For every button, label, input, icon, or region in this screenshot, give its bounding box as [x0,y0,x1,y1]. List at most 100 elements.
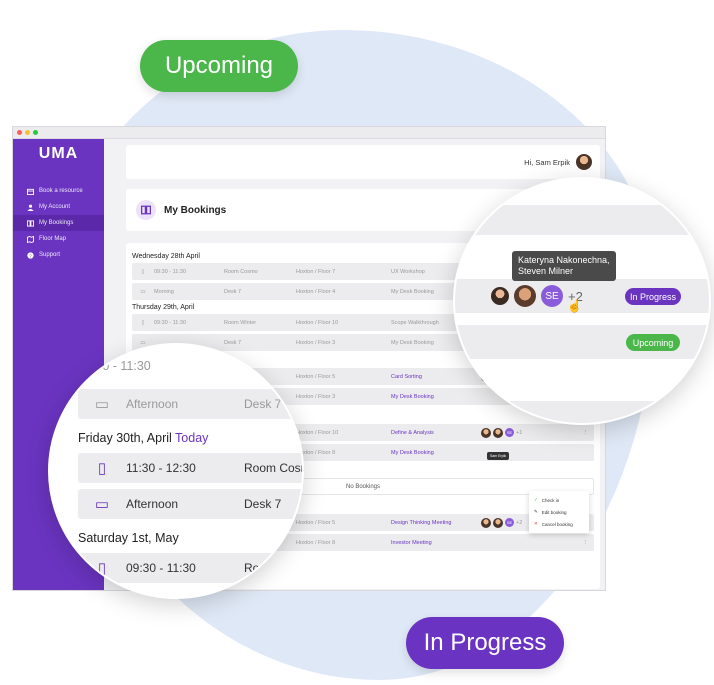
attendee-avatar [481,427,491,438]
sidebar-item-label: My Bookings [39,220,74,226]
menu-item-label: Edit booking [541,509,567,515]
booking-room: Desk 7 [244,497,282,511]
booking-room: Room Winter [224,319,257,326]
booking-floor: Hoxton / Floor 8 [296,539,336,546]
marketing-stage: Upcoming UMA Book a resource My Account [0,0,714,685]
booking-row[interactable]: ▯ 11:30 - 12:30 Room Cosm [78,453,302,483]
sidebar-item-label: My Account [39,204,71,210]
sidebar-item-my-bookings[interactable]: My Bookings [13,215,104,231]
booking-floor: Hoxton / Floor 10 [296,429,339,436]
booking-room: Desk 7 [224,288,242,295]
booking-row[interactable]: ▯ 09:30 - 11:30 Ro [78,553,302,583]
booking-title: Define & Analysis [391,429,434,436]
today-label: Today [175,431,209,445]
attendee-initials: SE [505,518,514,527]
menu-item-cancel-booking[interactable]: ✕ Cancel booking [534,518,584,530]
booking-room: Room Cosmo [224,268,258,275]
attendees[interactable]: SE +2 [481,517,523,528]
booking-title: Design Thinking Meeting [391,519,452,526]
booking-floor: Hoxton / Floor 5 [296,519,336,526]
sidebar-nav: Book a resource My Account My Bookings F… [13,183,104,263]
maximize-dot[interactable] [33,130,38,135]
sidebar-item-floor-map[interactable]: Floor Map [13,231,104,247]
day-header: Saturday 1st, May [78,531,179,545]
hand-cursor-icon: ☝ [567,299,582,313]
attendee-avatar [514,285,536,307]
attendee-extra-count: +2 [516,519,523,526]
booking-title: Investor Meeting [391,539,432,546]
booking-room: Desk 7 [244,397,282,411]
booking-room: Room Cosm [244,461,302,475]
attendee-initials: SE [505,428,514,437]
booking-floor: Hoxton / Floor 10 [296,319,339,326]
sidebar-item-label: Support [39,252,61,258]
door-icon: ▯ [97,460,107,477]
row-background [455,205,709,235]
day-header: Friday 30th, April Today [78,431,209,445]
menu-item-edit-booking[interactable]: ✎ Edit booking [534,506,584,518]
desk-icon: ▭ [94,496,110,513]
booking-time: Afternoon [126,397,179,411]
close-icon: ✕ [534,521,538,526]
booking-time: Afternoon [126,497,179,511]
attendee-avatar [493,427,503,438]
zoom-lens-bookings: 09:30 - 11:30 ▭ Afternoon Desk 7 Friday … [48,343,304,599]
booking-floor: Hoxton / Floor 7 [296,268,336,275]
booking-time: 11:30 - 12:30 [126,461,196,475]
booking-floor: Hoxton / Floor 5 [296,373,336,380]
door-icon: ▯ [141,268,145,275]
sidebar-item-book-resource[interactable]: Book a resource [13,183,104,199]
attendee-avatar [491,287,509,305]
top-bar: Hi, Sam Erpik [126,145,600,179]
map-icon [26,235,34,243]
booking-time: 09:30 - 11:30 [126,561,196,575]
booking-floor: Hoxton / Floor 4 [296,288,336,295]
menu-item-check-in[interactable]: ✓ Check in [534,494,584,506]
sidebar-item-support[interactable]: ? Support [13,247,104,263]
minimize-dot[interactable] [25,130,30,135]
book-icon [136,200,156,220]
more-options-icon[interactable]: ⋮ [583,430,589,436]
desk-icon: ▭ [140,288,146,295]
attendee-initials: SE [541,285,563,307]
calendar-icon [26,187,34,195]
user-avatar[interactable] [576,154,592,170]
window-titlebar [13,127,605,139]
booking-time: 09:30 - 11:30 [154,319,187,326]
status-badge-upcoming: Upcoming [626,334,680,351]
attendee-extra-count: +1 [516,429,523,436]
attendees-tooltip: Kateryna Nakonechna, Steven Milner [512,251,616,281]
book-icon [26,219,34,227]
pencil-icon: ✎ [534,509,538,514]
booking-floor: Hoxton / Floor 8 [296,449,336,456]
booking-room: Ro [244,561,260,575]
booking-title: My Desk Booking [391,449,434,456]
zoom-lens-attendees: Kateryna Nakonechna, Steven Milner SE +2… [453,177,711,425]
row-background [455,401,709,423]
attendee-avatar [493,517,503,528]
booking-floor: Hoxton / Floor 3 [296,393,336,400]
user-icon [26,203,34,211]
door-icon: ▯ [97,560,107,577]
booking-row[interactable]: ▭ Afternoon Desk 7 [78,489,302,519]
booking-row[interactable]: ▭ Afternoon Desk 7 [78,389,302,419]
booking-floor: Hoxton / Floor 3 [296,339,336,346]
page-title: My Bookings [164,204,227,216]
more-options-icon[interactable]: ⋮ [583,540,589,546]
menu-item-label: Check in [541,497,560,503]
upcoming-badge: Upcoming [140,40,298,92]
sidebar-item-label: Book a resource [39,188,83,194]
close-dot[interactable] [17,130,22,135]
desk-icon: ▭ [94,396,110,413]
context-menu: ✓ Check in ✎ Edit booking ✕ Cancel booki… [529,491,589,533]
attendees[interactable]: SE +1 [481,427,523,438]
booking-time: 09:30 - 11:30 [154,268,187,275]
attendee-avatar [481,517,491,528]
faded-time: 09:30 - 11:30 [78,359,151,373]
sidebar-item-my-account[interactable]: My Account [13,199,104,215]
check-circle-icon: ✓ [534,497,538,502]
booking-time: Morning [154,288,174,295]
app-logo: UMA [38,145,79,162]
user-greeting: Hi, Sam Erpik [524,157,570,167]
help-icon: ? [26,251,34,259]
